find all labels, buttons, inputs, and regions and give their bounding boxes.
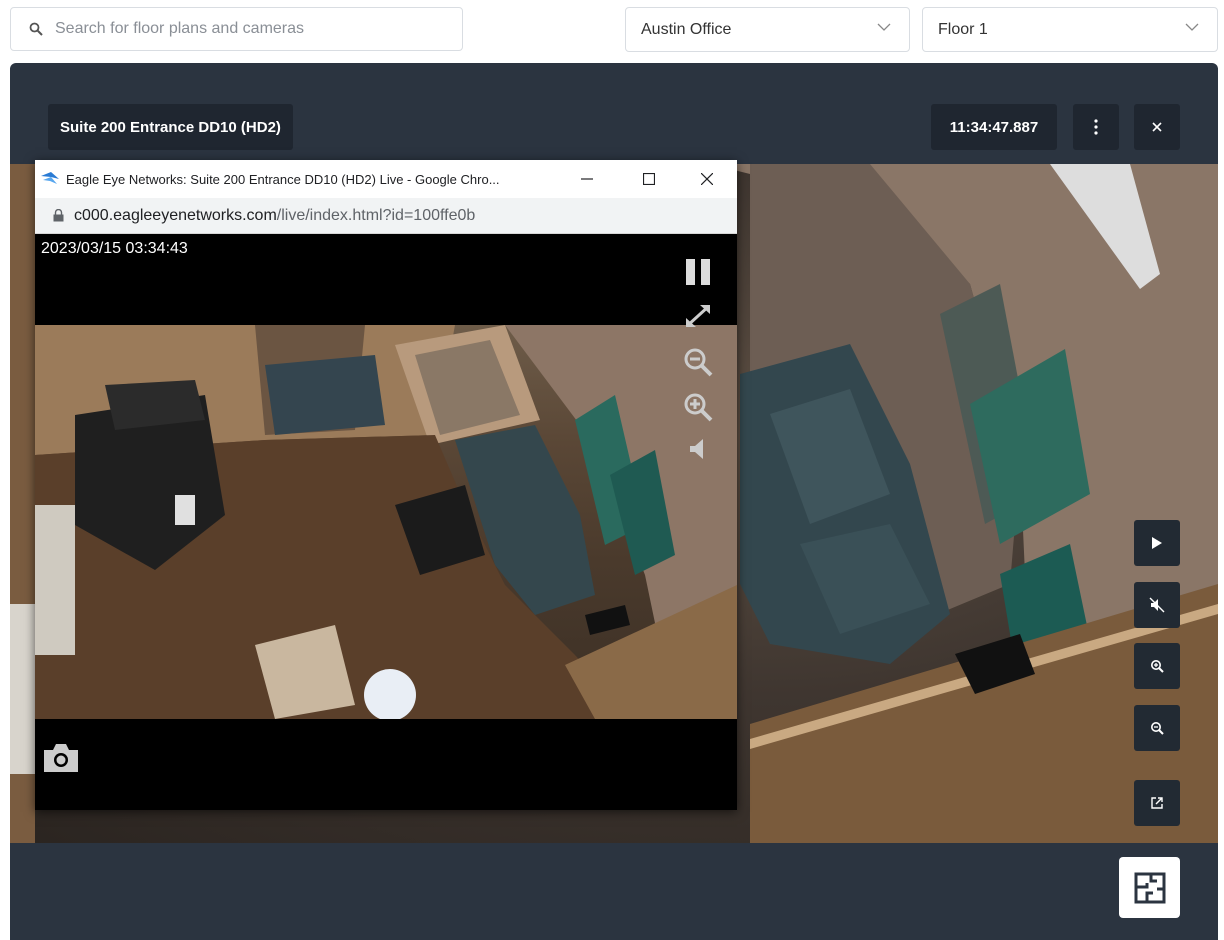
search-input[interactable] xyxy=(53,19,447,39)
location-select[interactable]: Austin Office xyxy=(625,7,910,52)
minimize-icon xyxy=(581,178,593,180)
video-timestamp: 2023/03/15 03:34:43 xyxy=(41,240,188,257)
video-zoom-in-button[interactable] xyxy=(681,390,715,424)
popup-window-title: Eagle Eye Networks: Suite 200 Entrance D… xyxy=(66,171,500,187)
search-icon xyxy=(29,22,43,36)
close-window-button[interactable] xyxy=(687,160,727,198)
floor-plan-button[interactable] xyxy=(1119,857,1180,918)
volume-off-icon xyxy=(1149,597,1165,613)
lock-icon xyxy=(53,209,64,222)
close-icon xyxy=(701,173,713,185)
minimize-window-button[interactable] xyxy=(567,160,607,198)
video-zoom-out-button[interactable] xyxy=(681,345,715,379)
url-host: c000.eagleeyenetworks.com xyxy=(74,206,277,224)
zoom-in-icon xyxy=(1151,660,1164,673)
zoom-out-icon xyxy=(684,348,713,377)
chevron-down-icon xyxy=(877,23,891,31)
pause-button[interactable] xyxy=(683,257,713,287)
play-icon xyxy=(1152,537,1162,549)
video-audio-button[interactable] xyxy=(685,436,711,462)
floor-select-value: Floor 1 xyxy=(938,20,988,38)
more-options-button[interactable] xyxy=(1073,104,1119,150)
location-select-value: Austin Office xyxy=(641,20,732,38)
zoom-in-button[interactable] xyxy=(1134,643,1180,689)
live-video-image xyxy=(35,325,737,719)
floor-plan-icon xyxy=(1134,872,1165,903)
live-video-feed[interactable] xyxy=(35,325,737,719)
mute-button[interactable] xyxy=(1134,582,1180,628)
chevron-down-icon xyxy=(1185,23,1199,31)
search-box[interactable] xyxy=(10,7,463,51)
maximize-icon xyxy=(643,173,655,185)
url-path: /live/index.html?id=100ffe0b xyxy=(276,206,476,224)
zoom-in-icon xyxy=(684,393,713,422)
eagle-eye-logo-icon xyxy=(41,172,59,184)
popup-titlebar[interactable]: Eagle Eye Networks: Suite 200 Entrance D… xyxy=(35,160,737,198)
floor-select[interactable]: Floor 1 xyxy=(922,7,1218,52)
more-vertical-icon xyxy=(1094,119,1098,135)
live-view-popup-window[interactable]: Eagle Eye Networks: Suite 200 Entrance D… xyxy=(35,160,737,810)
play-button[interactable] xyxy=(1134,520,1180,566)
maximize-window-button[interactable] xyxy=(629,160,669,198)
close-camera-button[interactable] xyxy=(1134,104,1180,150)
expand-icon xyxy=(685,304,711,328)
zoom-out-button[interactable] xyxy=(1134,705,1180,751)
volume-icon xyxy=(690,439,703,459)
camera-title: Suite 200 Entrance DD10 (HD2) xyxy=(48,104,293,150)
close-icon xyxy=(1152,122,1162,132)
fullscreen-button[interactable] xyxy=(681,300,715,332)
zoom-out-icon xyxy=(1151,722,1164,735)
pause-icon xyxy=(686,259,710,285)
camera-time: 11:34:47.887 xyxy=(931,104,1057,150)
open-external-button[interactable] xyxy=(1134,780,1180,826)
snapshot-button[interactable] xyxy=(41,740,81,776)
popup-url-bar[interactable]: c000.eagleeyenetworks.com/live/index.htm… xyxy=(35,198,737,234)
camera-icon xyxy=(44,744,78,772)
open-in-new-icon xyxy=(1151,797,1163,809)
